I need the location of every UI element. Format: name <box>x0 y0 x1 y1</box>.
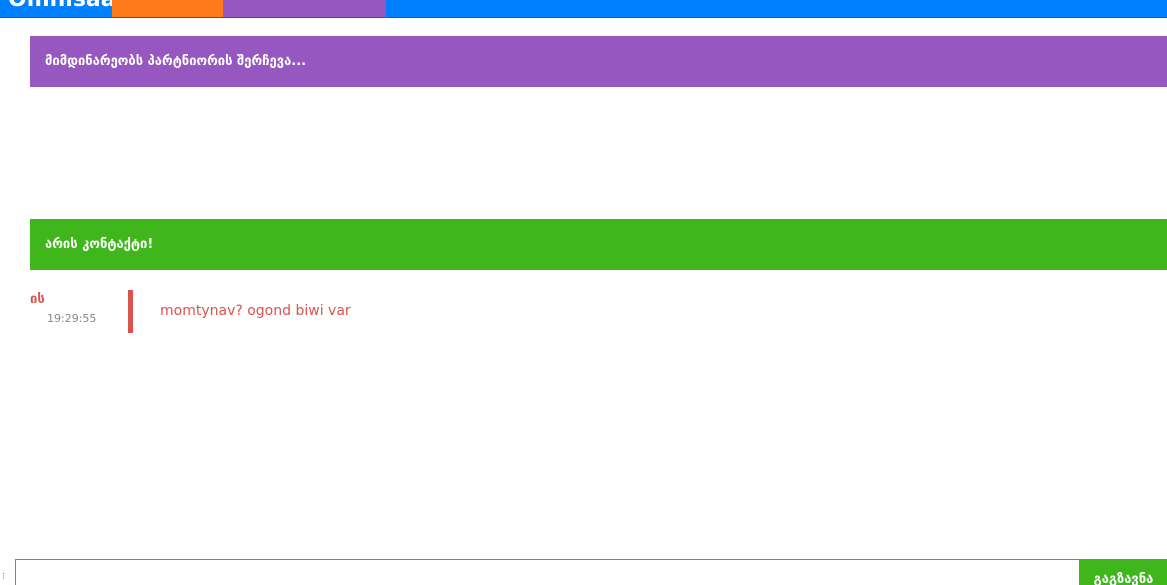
message-author: ის <box>30 292 45 307</box>
connected-banner: არის კონტაქტი! <box>30 219 1167 270</box>
site-logo[interactable]: Omnisaa <box>8 0 116 12</box>
nav-tab-orange[interactable] <box>112 0 223 17</box>
searching-partner-banner: მიმდინარეობს პარტნიორის შერჩევა... <box>30 36 1167 87</box>
message-input[interactable] <box>15 559 1080 585</box>
send-button[interactable]: გაგზავნა <box>1080 559 1167 585</box>
chat-message: ის 19:29:55 momtynav? ogond biwi var <box>30 290 930 334</box>
nav-tab-purple[interactable] <box>223 0 386 17</box>
top-navigation-bar: Omnisaa <box>0 0 1167 18</box>
message-timestamp: 19:29:55 <box>47 312 97 325</box>
message-accent-bar <box>128 290 133 333</box>
side-marker-icon: ⋮ <box>0 572 7 580</box>
message-composer: გაგზავნა <box>15 559 1167 585</box>
message-text: momtynav? ogond biwi var <box>160 303 351 319</box>
